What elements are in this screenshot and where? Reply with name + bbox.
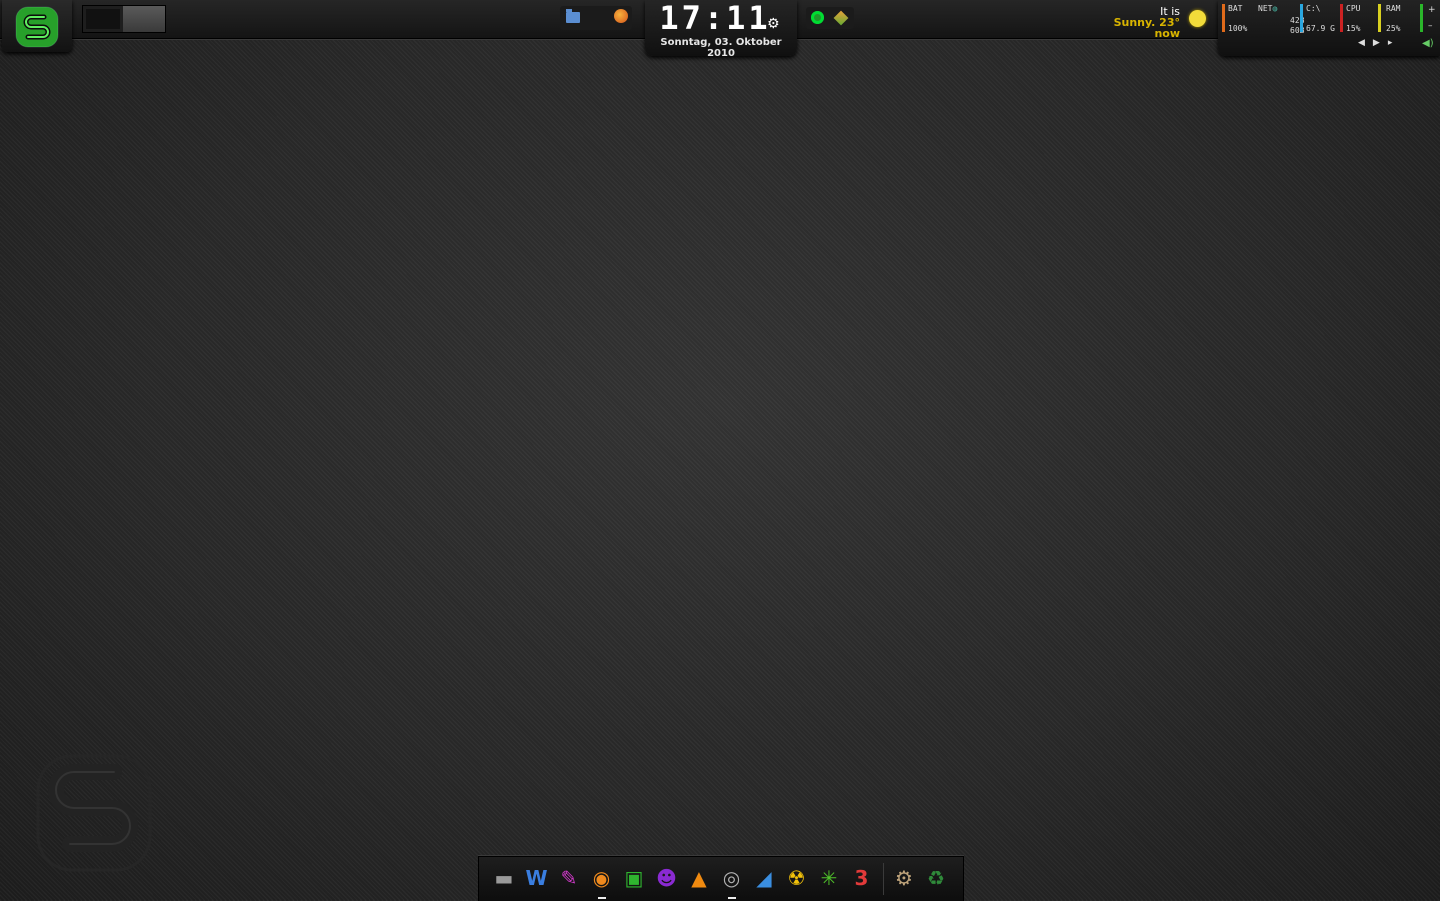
workspace-1[interactable] [83,6,123,32]
battery-stat: BAT 100% [1228,4,1247,34]
logo-icon [15,6,59,48]
alien-app-icon[interactable]: ☻ [652,863,682,893]
running-indicator [727,897,736,899]
clock-date: Sonntag, 03. Oktober 2010 [660,37,782,59]
tray-green-icon[interactable] [811,11,824,24]
disk-bar [1300,4,1303,32]
w-app-icon[interactable]: W [522,863,552,893]
disk-stat: C:\ 67.9 G [1306,4,1335,34]
vlc-icon[interactable]: ▲ [684,863,714,893]
photo-app-icon[interactable]: ▣ [619,863,649,893]
disk-label: C:\ [1306,4,1321,13]
running-indicator [597,897,606,899]
volume-plus-button[interactable]: + [1428,2,1436,18]
cpu-stat: CPU 15% [1346,4,1360,34]
firefox-icon[interactable]: ◉ [587,863,617,899]
globe-icon: ◍ [1272,4,1278,13]
quick-launch [560,6,632,30]
watermark-logo-icon [36,754,152,872]
weather-widget: It is Sunny. 23° now [1090,6,1180,39]
file-manager-icon[interactable]: ▬ [489,863,519,893]
volume-bar [1420,4,1423,32]
editor-icon[interactable]: ◢ [749,863,779,893]
cpu-bar [1340,4,1343,32]
sun-icon [1189,10,1206,27]
graphics-app-icon[interactable]: ✎ [554,863,584,893]
ram-stat: RAM 25% [1386,4,1400,34]
media-controls: ◀▶▸ [1358,38,1400,48]
folder-icon[interactable] [566,9,580,23]
cpu-label: CPU [1346,4,1361,13]
battery-label: BAT [1228,4,1243,13]
dock: ▬ W ✎ ◉ ▣ ☻ ▲ ◎ ◢ ☢ ✳ 3 ⚙ ♻ [478,856,964,901]
trash-icon[interactable]: ♻ [921,863,951,893]
firefox-icon[interactable] [614,9,628,23]
workspace-2[interactable] [123,6,165,32]
speaker-icon[interactable]: ◀) [1422,38,1434,49]
system-stats-widget: BAT 100% NET◍ 42B 60B C:\ 67.9 G CPU 15%… [1218,0,1440,56]
volume-adjust: + – [1428,2,1436,34]
play-icon[interactable]: ▶ [1373,38,1388,48]
battery-value: 100% [1228,24,1248,33]
disk-value: 67.9 G [1306,24,1335,33]
clock-settings-icon[interactable]: ⚙ [767,16,780,32]
ram-label: RAM [1386,4,1401,13]
workspace-pager[interactable] [82,5,166,33]
burn-app-icon[interactable]: ☢ [782,863,812,893]
clock-time: 17:11 [659,0,771,37]
media-player-icon[interactable]: ◎ [717,863,747,899]
start-menu-button[interactable] [2,0,72,52]
next-icon[interactable]: ▸ [1388,38,1401,48]
previous-icon[interactable]: ◀ [1358,38,1373,48]
cpu-value: 15% [1346,24,1361,33]
battery-bar [1222,4,1225,32]
settings-icon[interactable]: ⚙ [889,863,919,893]
volume-minus-button[interactable]: – [1428,18,1436,34]
tray-pencil-icon[interactable] [833,10,849,26]
net-label: NET [1258,4,1273,13]
ram-bar [1378,4,1381,32]
calendar-icon[interactable]: 3 [847,863,877,893]
net-stat: NET◍ 42B 60B [1258,4,1304,35]
lime-app-icon[interactable]: ✳ [814,863,844,893]
weather-line-2: Sunny. 23° now [1113,16,1180,40]
system-tray [806,7,854,29]
dock-separator [883,863,884,895]
clock-widget: 17:11 ⚙ Sonntag, 03. Oktober 2010 [645,0,797,59]
ram-value: 25% [1386,24,1401,33]
